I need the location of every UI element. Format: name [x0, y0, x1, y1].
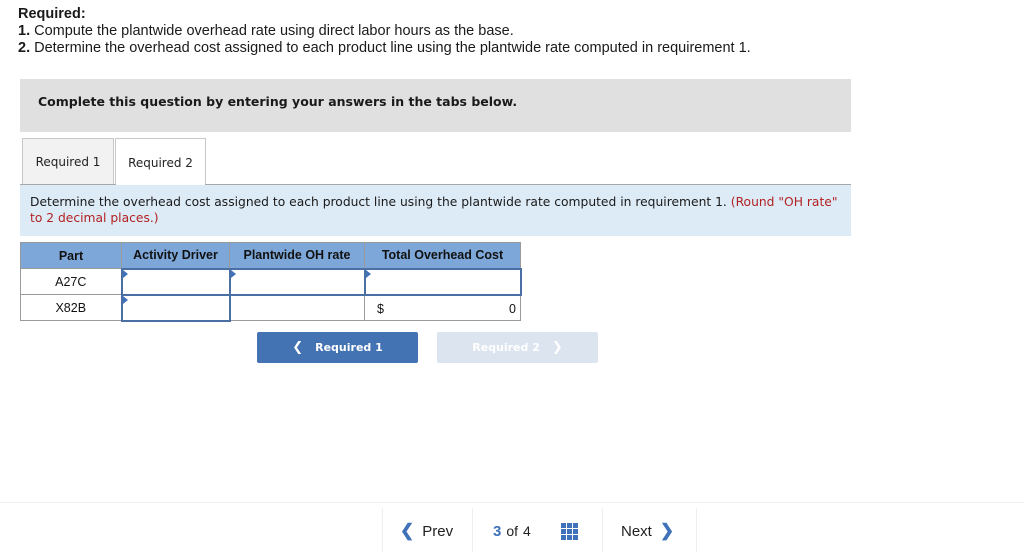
instruction-text: Determine the overhead cost assigned to … [30, 195, 731, 209]
grid-icon [561, 522, 578, 540]
table-header-row: Part Activity Driver Plantwide OH rate T… [20, 242, 521, 269]
activity-driver-input-cell[interactable] [120, 267, 231, 296]
current-page: 3 [493, 522, 502, 540]
part-cell: A27C [20, 268, 122, 295]
pager-next-label: Next [621, 522, 652, 540]
table-row: X82B $ 0 [20, 293, 521, 322]
activity-driver-input-a27c[interactable] [122, 270, 229, 293]
pager-prev-button[interactable]: ❮ Prev [400, 510, 453, 552]
total-pages: 4 [523, 523, 531, 539]
page-counter: 3 of 4 [493, 510, 531, 552]
activity-driver-input-cell[interactable] [120, 293, 231, 322]
requirements-title: Required: [18, 6, 86, 22]
next-required-button[interactable]: Required 2 ❯ [437, 332, 598, 363]
pager-prev-label: Prev [422, 522, 454, 540]
table-row: A27C [20, 267, 522, 296]
activity-driver-input-x82b[interactable] [122, 296, 229, 319]
tab-required-1[interactable]: Required 1 [22, 138, 114, 185]
instructions-banner: Complete this question by entering your … [20, 79, 851, 132]
chevron-right-icon: ❯ [659, 521, 675, 540]
prev-required-label: Required 1 [315, 341, 383, 354]
overhead-table: Part Activity Driver Plantwide OH rate T… [20, 242, 522, 322]
oh-rate-cell-x82b [229, 294, 365, 321]
footer-divider [0, 502, 1024, 503]
oh-rate-input-cell[interactable] [228, 267, 366, 296]
tab-instruction: Determine the overhead cost assigned to … [20, 185, 851, 236]
chevron-left-icon: ❮ [292, 340, 304, 355]
header-total-overhead: Total Overhead Cost [364, 242, 521, 269]
page-of: of [506, 523, 519, 539]
header-part: Part [20, 242, 122, 269]
chevron-left-icon: ❮ [400, 521, 415, 540]
part-cell: X82B [20, 294, 122, 321]
pager-next-button[interactable]: Next ❯ [621, 510, 674, 552]
header-oh-rate: Plantwide OH rate [229, 242, 365, 269]
prev-required-button[interactable]: ❮ Required 1 [257, 332, 418, 363]
tab-required-2[interactable]: Required 2 [115, 138, 206, 186]
header-activity-driver: Activity Driver [121, 242, 230, 269]
next-required-label: Required 2 [472, 341, 540, 354]
requirements: Required: 1. Compute the plantwide overh… [18, 6, 751, 57]
oh-rate-input-a27c[interactable] [230, 270, 364, 293]
total-cost-value: 0 [509, 301, 516, 316]
requirement-2: 2. Determine the overhead cost assigned … [18, 40, 751, 56]
question-grid-button[interactable] [561, 510, 578, 552]
requirement-1: 1. Compute the plantwide overhead rate u… [18, 23, 514, 39]
total-cost-input-cell[interactable] [363, 267, 522, 296]
total-cost-input-a27c[interactable] [365, 270, 520, 293]
currency-symbol: $ [377, 301, 384, 316]
chevron-right-icon: ❯ [551, 340, 563, 355]
total-cost-cell-x82b: $ 0 [364, 294, 521, 321]
banner-text: Complete this question by entering your … [38, 94, 518, 109]
